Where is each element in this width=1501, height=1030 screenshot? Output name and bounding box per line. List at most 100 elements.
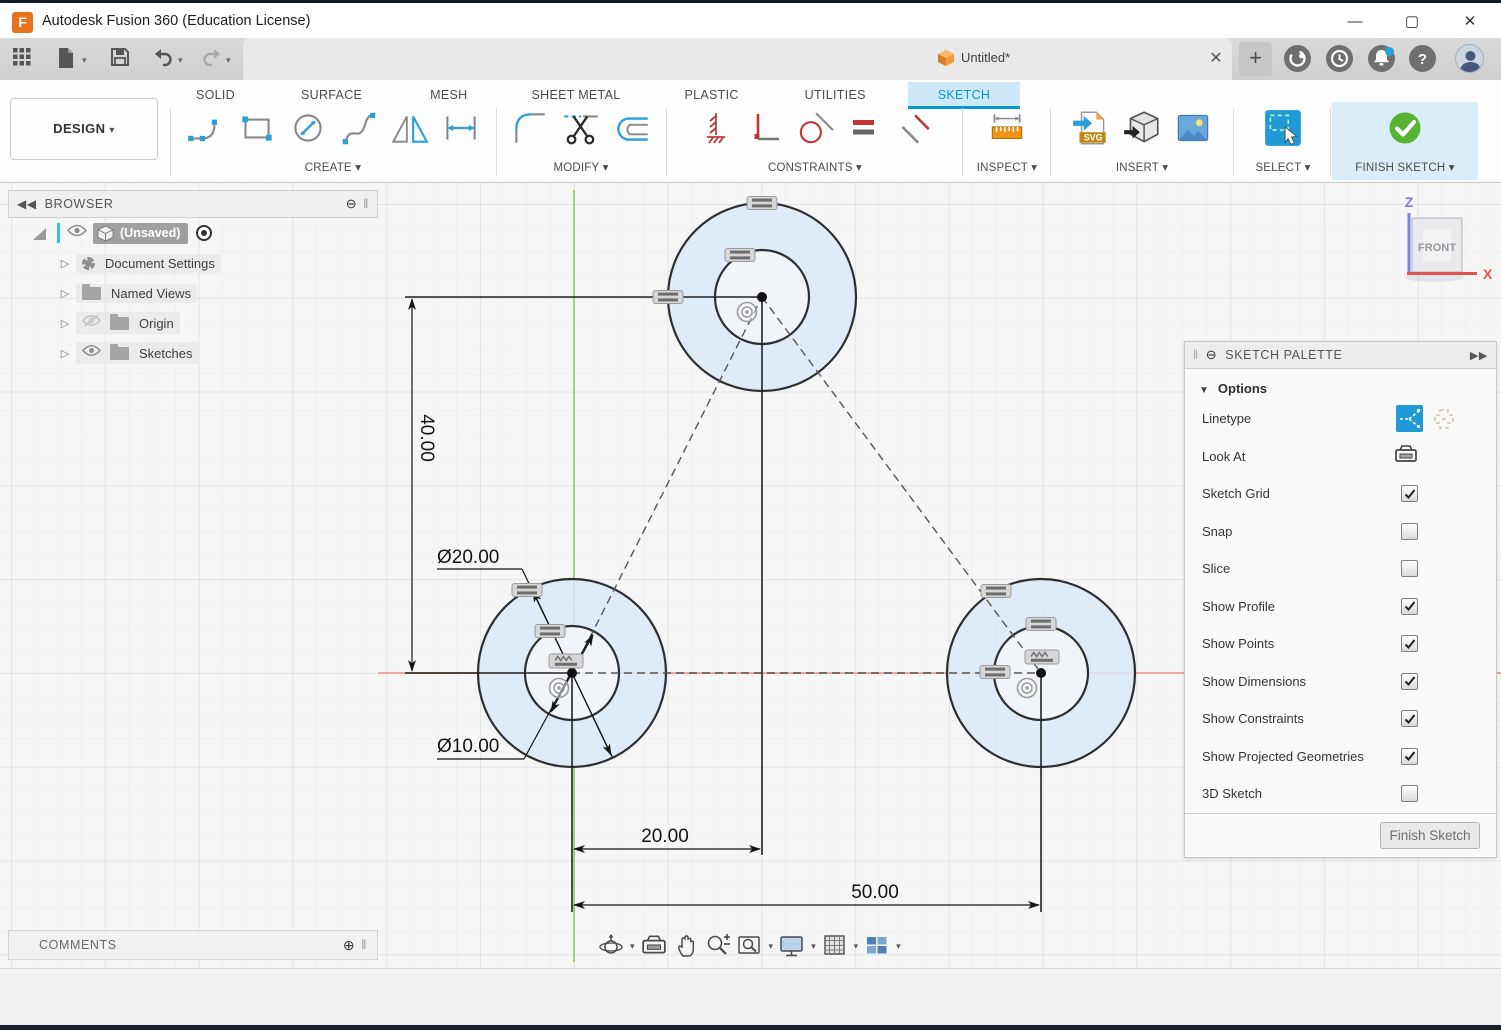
browser-item-sketches[interactable]: ▷ Sketches xyxy=(8,338,378,368)
insert-canvas-image-icon[interactable] xyxy=(1172,107,1214,154)
snap-checkbox[interactable] xyxy=(1401,523,1418,540)
slice-checkbox[interactable] xyxy=(1401,560,1418,577)
save-icon[interactable] xyxy=(110,47,134,71)
display-settings-icon[interactable] xyxy=(779,933,805,959)
constraints-group-label[interactable]: CONSTRAINTS ▾ xyxy=(672,160,958,174)
viewports-icon[interactable] xyxy=(864,933,890,959)
minimize-button[interactable]: — xyxy=(1340,11,1370,33)
display-caret-icon[interactable]: ▾ xyxy=(811,941,816,952)
browser-item-document-settings[interactable]: ▷ Document Settings xyxy=(8,248,378,278)
perpendicular-constraint-icon[interactable] xyxy=(744,107,784,154)
document-tab[interactable]: Untitled* ✕ xyxy=(243,38,1232,80)
equal-constraint-icon[interactable] xyxy=(844,107,884,154)
finish-sketch-group-label[interactable]: FINISH SKETCH ▾ xyxy=(1332,160,1478,174)
create-group-label[interactable]: CREATE ▾ xyxy=(178,160,488,174)
extensions-icon[interactable] xyxy=(1284,45,1311,72)
look-at-icon[interactable] xyxy=(1394,444,1418,469)
parallel-constraint-icon[interactable] xyxy=(893,107,935,154)
center-point-bottom-right[interactable] xyxy=(1036,668,1046,678)
tab-close-icon[interactable]: ✕ xyxy=(1205,48,1227,70)
comments-bar[interactable]: COMMENTS ⊕ ‖ xyxy=(8,930,378,960)
fit-caret-icon[interactable]: ▾ xyxy=(769,941,774,952)
tangent-constraint-icon[interactable] xyxy=(793,107,835,154)
finish-sketch-button[interactable]: Finish Sketch xyxy=(1380,822,1480,849)
centerline-linetype-icon[interactable] xyxy=(1432,407,1456,431)
sketch-lines[interactable] xyxy=(405,297,1041,912)
expand-caret-icon[interactable]: ▷ xyxy=(54,257,76,270)
show-projected-geometries-checkbox[interactable] xyxy=(1401,748,1418,765)
fillet-tool-icon[interactable] xyxy=(509,107,551,154)
select-group-label[interactable]: SELECT ▾ xyxy=(1240,160,1326,174)
help-icon[interactable]: ? xyxy=(1409,45,1436,72)
expand-panel-icon[interactable]: ▶▶ xyxy=(1470,349,1488,362)
visibility-eye-icon[interactable] xyxy=(82,344,101,362)
file-menu-icon[interactable] xyxy=(56,47,80,71)
workspace-design-dropdown[interactable]: DESIGN ▾ xyxy=(10,98,158,160)
undo-caret-icon[interactable]: ▾ xyxy=(178,55,183,66)
select-tool-icon[interactable] xyxy=(1262,107,1304,154)
insert-svg-icon[interactable]: SVG xyxy=(1070,107,1112,154)
app-grid-menu-icon[interactable] xyxy=(12,47,36,71)
dimension-diameter-10[interactable]: Ø10.00 xyxy=(437,736,499,757)
mirror-tool-icon[interactable] xyxy=(389,107,431,154)
browser-header[interactable]: ◀◀ BROWSER ⊖ ‖ xyxy=(8,190,378,218)
trim-tool-icon[interactable] xyxy=(560,107,602,154)
visibility-off-eye-icon[interactable] xyxy=(82,314,101,332)
dimension-lines[interactable] xyxy=(412,299,1039,905)
add-comment-icon[interactable]: ⊕ xyxy=(343,937,355,954)
dimension-40[interactable]: 40.00 xyxy=(416,414,437,462)
dimension-20[interactable]: 20.00 xyxy=(641,826,689,847)
orbit-icon[interactable] xyxy=(598,933,624,959)
3d-sketch-checkbox[interactable] xyxy=(1401,785,1418,802)
viewcube-front-face[interactable]: FRONT xyxy=(1418,242,1456,254)
redo-icon[interactable] xyxy=(200,47,224,71)
sketch-grid-checkbox[interactable] xyxy=(1401,485,1418,502)
finish-sketch-icon[interactable] xyxy=(1385,108,1425,153)
new-tab-button[interactable]: + xyxy=(1239,42,1272,76)
insert-group-label[interactable]: INSERT ▾ xyxy=(1056,160,1228,174)
redo-caret-icon[interactable]: ▾ xyxy=(226,55,231,66)
fix-constraint-icon[interactable] xyxy=(695,107,735,154)
undo-icon[interactable] xyxy=(153,47,177,71)
panel-drag-handle[interactable]: ‖ xyxy=(1193,348,1199,362)
rectangle-tool-icon[interactable] xyxy=(236,107,278,154)
center-point-top[interactable] xyxy=(757,292,767,302)
orbit-caret-icon[interactable]: ▾ xyxy=(630,941,635,952)
palette-header[interactable]: ‖ ⊖ SKETCH PALETTE ▶▶ xyxy=(1185,342,1496,369)
expand-caret-icon[interactable]: ▷ xyxy=(54,317,76,330)
grid-caret-icon[interactable]: ▾ xyxy=(854,941,859,952)
expand-caret-icon[interactable]: ▷ xyxy=(54,287,76,300)
close-button[interactable]: ✕ xyxy=(1455,11,1485,33)
options-section-header[interactable]: ▼Options xyxy=(1185,369,1496,400)
panel-drag-handle[interactable]: ‖ xyxy=(363,197,369,211)
show-profile-checkbox[interactable] xyxy=(1401,598,1418,615)
notifications-bell-icon[interactable] xyxy=(1368,45,1395,72)
show-dimensions-checkbox[interactable] xyxy=(1401,673,1418,690)
collapse-panel-icon[interactable]: ◀◀ xyxy=(17,197,37,211)
line-tool-icon[interactable] xyxy=(185,107,227,154)
fit-icon[interactable] xyxy=(737,933,763,959)
browser-item-named-views[interactable]: ▷ Named Views xyxy=(8,278,378,308)
spline-tool-icon[interactable] xyxy=(338,107,380,154)
construction-linetype-icon[interactable] xyxy=(1396,405,1423,432)
browser-root-row[interactable]: (Unsaved) xyxy=(8,218,378,248)
browser-item-origin[interactable]: ▷ Origin xyxy=(8,308,378,338)
dimension-50[interactable]: 50.00 xyxy=(851,882,899,903)
job-status-clock-icon[interactable] xyxy=(1326,45,1353,72)
measure-tool-icon[interactable] xyxy=(986,107,1028,154)
center-point-bottom-left[interactable] xyxy=(567,668,577,678)
activate-radio-icon[interactable] xyxy=(196,225,212,241)
show-constraints-checkbox[interactable] xyxy=(1401,710,1418,727)
view-cube[interactable]: FRONT Z X xyxy=(1404,194,1493,282)
panel-drag-handle[interactable]: ‖ xyxy=(361,938,367,952)
visibility-eye-icon[interactable] xyxy=(67,224,87,242)
user-avatar[interactable] xyxy=(1455,44,1484,73)
circle-tool-icon[interactable] xyxy=(287,107,329,154)
file-menu-caret-icon[interactable]: ▾ xyxy=(82,55,87,66)
zoom-icon[interactable] xyxy=(705,933,731,959)
expand-caret-icon[interactable]: ▷ xyxy=(54,347,76,360)
offset-tool-icon[interactable] xyxy=(611,107,653,154)
panel-minus-icon[interactable]: ⊖ xyxy=(1206,347,1218,363)
sketch-dimension-tool-icon[interactable] xyxy=(440,107,482,154)
pan-icon[interactable] xyxy=(673,933,699,959)
